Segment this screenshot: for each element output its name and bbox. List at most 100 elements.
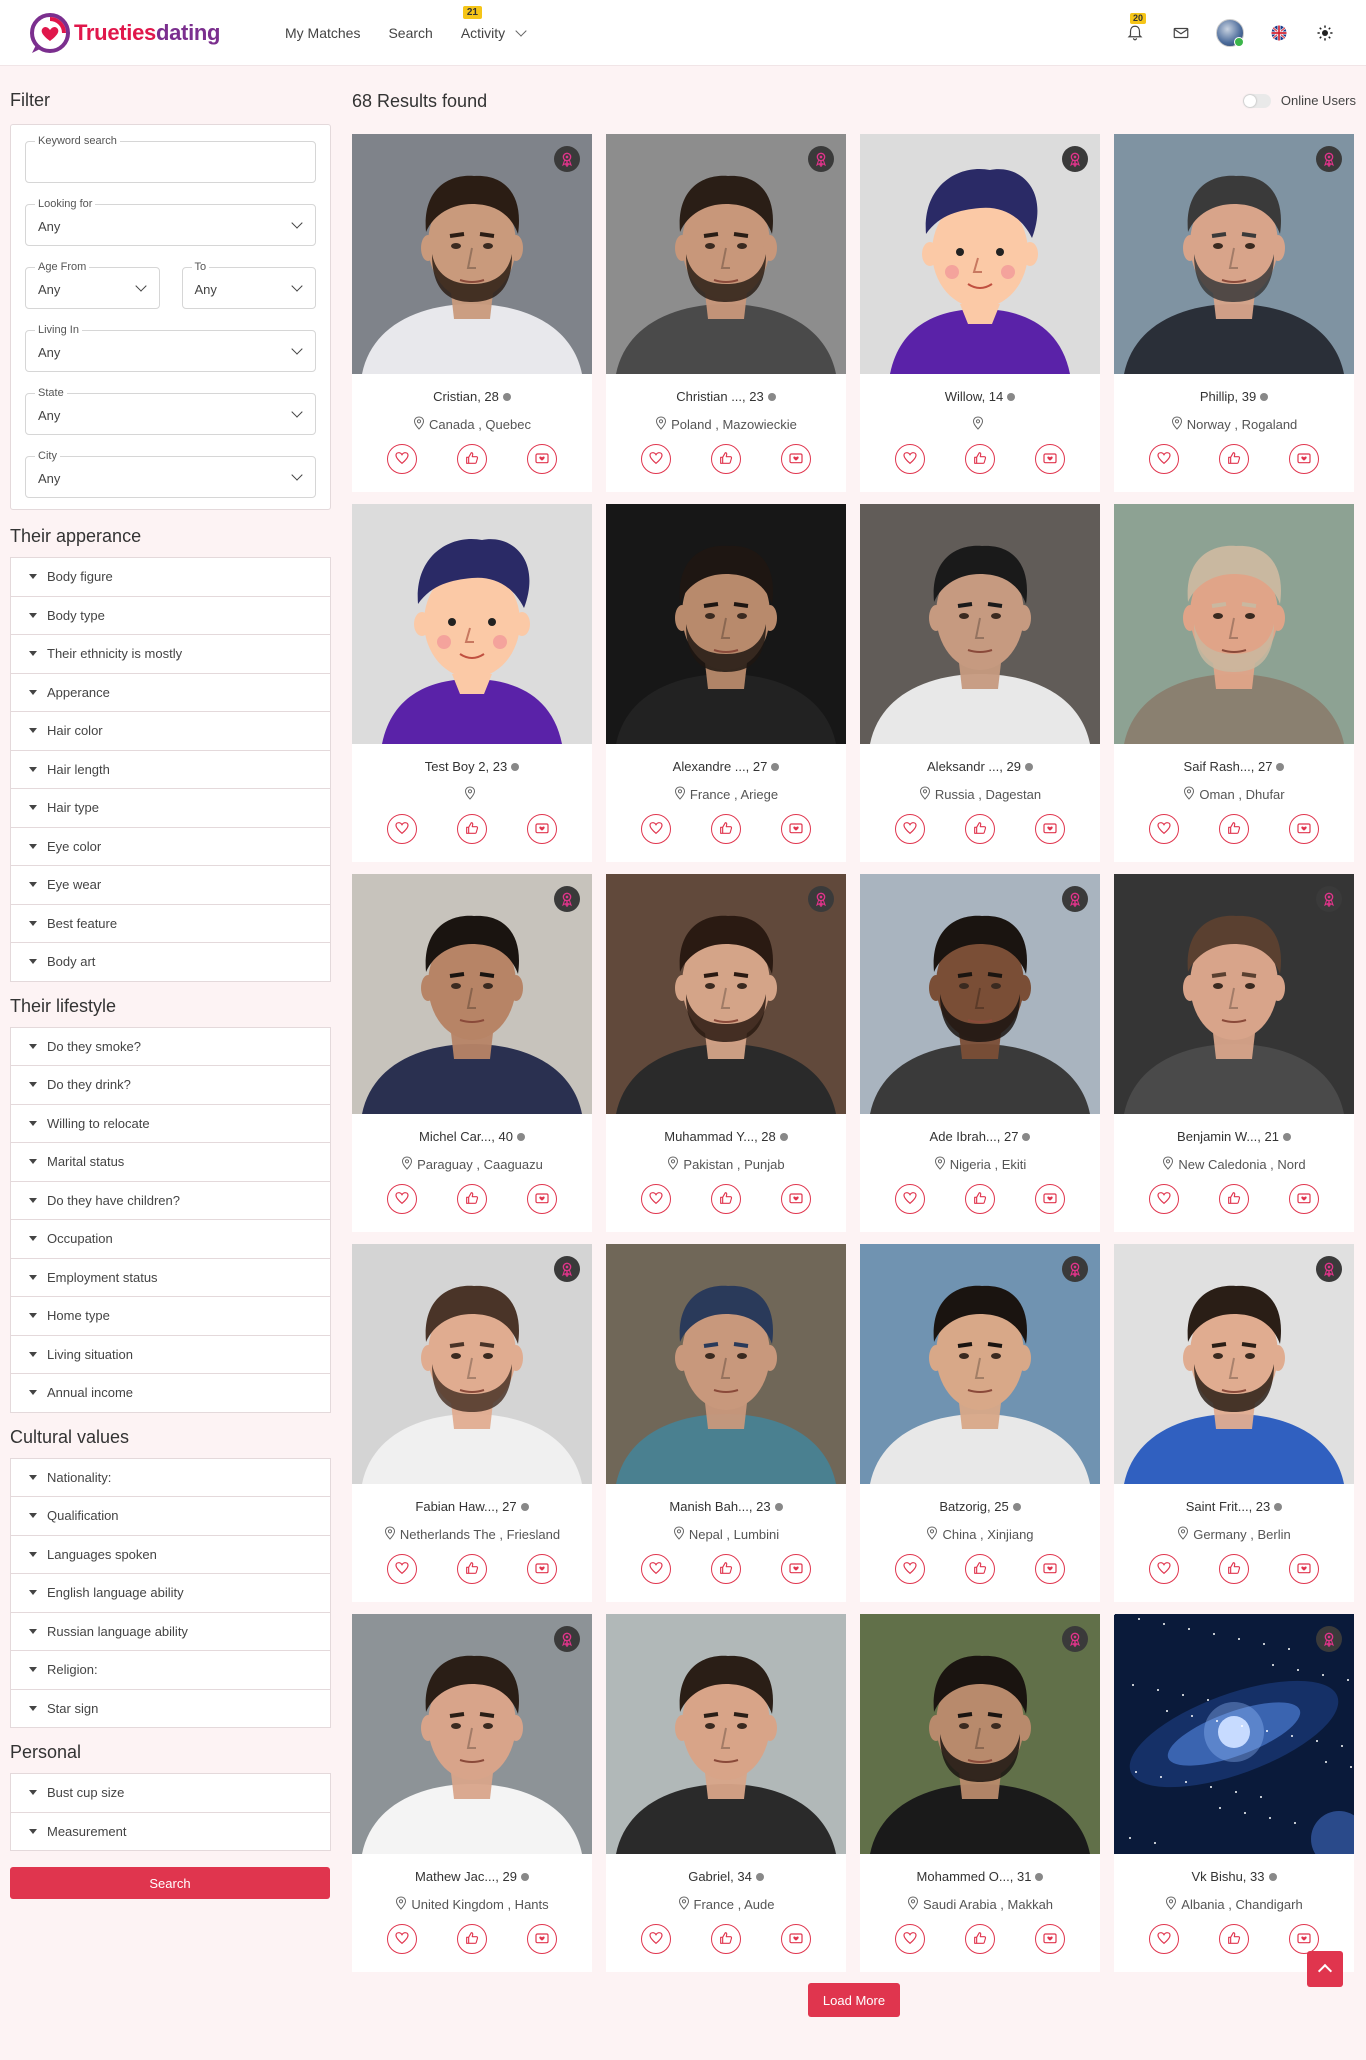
like-button[interactable] <box>387 1924 417 1954</box>
accordion-item[interactable]: Do they smoke? <box>11 1026 330 1066</box>
accordion-item[interactable]: Living situation <box>11 1334 330 1374</box>
send-gift-button[interactable] <box>1289 814 1319 844</box>
send-gift-button[interactable] <box>1035 1184 1065 1214</box>
accordion-item[interactable]: Hair type <box>11 788 330 827</box>
like-button[interactable] <box>387 1184 417 1214</box>
load-more-button[interactable]: Load More <box>808 1983 900 2017</box>
nav-search[interactable]: Search <box>388 25 432 41</box>
thumbs-up-button[interactable] <box>457 1184 487 1214</box>
profile-photo[interactable] <box>352 504 592 744</box>
send-gift-button[interactable] <box>781 1184 811 1214</box>
accordion-item[interactable]: Home type <box>11 1296 330 1335</box>
like-button[interactable] <box>641 1924 671 1954</box>
profile-photo[interactable] <box>860 1244 1100 1484</box>
thumbs-up-button[interactable] <box>1219 1924 1249 1954</box>
profile-name[interactable]: Gabriel, 34 <box>606 1869 846 1884</box>
like-button[interactable] <box>641 1554 671 1584</box>
state-select[interactable]: State Any <box>25 387 316 435</box>
profile-photo[interactable] <box>860 1614 1100 1854</box>
accordion-item[interactable]: Languages spoken <box>11 1534 330 1574</box>
profile-card[interactable]: Test Boy 2, 23 <box>352 504 592 862</box>
profile-photo[interactable] <box>1114 1244 1354 1484</box>
accordion-item[interactable]: Employment status <box>11 1257 330 1297</box>
thumbs-up-button[interactable] <box>965 814 995 844</box>
send-gift-button[interactable] <box>527 1554 557 1584</box>
thumbs-up-button[interactable] <box>965 444 995 474</box>
profile-name[interactable]: Manish Bah..., 23 <box>606 1499 846 1514</box>
profile-card[interactable]: Batzorig, 25 China , Xinjiang <box>860 1244 1100 1602</box>
send-gift-button[interactable] <box>1035 1554 1065 1584</box>
thumbs-up-button[interactable] <box>1219 814 1249 844</box>
accordion-item[interactable]: Nationality: <box>11 1457 330 1497</box>
profile-name[interactable]: Mathew Jac..., 29 <box>352 1869 592 1884</box>
profile-card[interactable]: Alexandre ..., 27 France , Ariege <box>606 504 846 862</box>
accordion-item[interactable]: Best feature <box>11 903 330 943</box>
send-gift-button[interactable] <box>781 444 811 474</box>
profile-name[interactable]: Test Boy 2, 23 <box>352 759 592 774</box>
profile-photo[interactable] <box>860 134 1100 374</box>
accordion-item[interactable]: Hair length <box>11 749 330 789</box>
like-button[interactable] <box>1149 444 1179 474</box>
thumbs-up-button[interactable] <box>965 1924 995 1954</box>
profile-name[interactable]: Christian ..., 23 <box>606 389 846 404</box>
accordion-item[interactable]: Body type <box>11 595 330 635</box>
theme-toggle-button[interactable] <box>1314 22 1336 44</box>
accordion-item[interactable]: Do they drink? <box>11 1065 330 1104</box>
profile-photo[interactable] <box>1114 874 1354 1114</box>
messages-button[interactable] <box>1170 22 1192 44</box>
send-gift-button[interactable] <box>1289 1554 1319 1584</box>
accordion-item[interactable]: Qualification <box>11 1496 330 1535</box>
thumbs-up-button[interactable] <box>1219 1184 1249 1214</box>
accordion-item[interactable]: Eye wear <box>11 865 330 904</box>
thumbs-up-button[interactable] <box>457 1924 487 1954</box>
site-logo[interactable]: Truetiesdating <box>28 8 220 58</box>
send-gift-button[interactable] <box>781 814 811 844</box>
profile-name[interactable]: Willow, 14 <box>860 389 1100 404</box>
profile-name[interactable]: Aleksandr ..., 29 <box>860 759 1100 774</box>
accordion-item[interactable]: Do they have children? <box>11 1180 330 1220</box>
like-button[interactable] <box>895 1924 925 1954</box>
like-button[interactable] <box>1149 814 1179 844</box>
like-button[interactable] <box>641 814 671 844</box>
age-to-select[interactable]: To Any <box>181 261 316 309</box>
accordion-item[interactable]: Hair color <box>11 711 330 750</box>
profile-card[interactable]: Aleksandr ..., 29 Russia , Dagestan <box>860 504 1100 862</box>
keyword-search-input[interactable] <box>26 142 315 182</box>
like-button[interactable] <box>387 444 417 474</box>
nav-activity[interactable]: 21 Activity <box>461 6 527 41</box>
like-button[interactable] <box>1149 1184 1179 1214</box>
accordion-item[interactable]: Bust cup size <box>11 1773 330 1812</box>
profile-photo[interactable] <box>352 874 592 1114</box>
accordion-item[interactable]: Annual income <box>11 1373 330 1412</box>
profile-name[interactable]: Alexandre ..., 27 <box>606 759 846 774</box>
city-select[interactable]: City Any <box>25 450 316 498</box>
profile-photo[interactable] <box>606 874 846 1114</box>
like-button[interactable] <box>387 814 417 844</box>
accordion-item[interactable]: Apperance <box>11 672 330 712</box>
send-gift-button[interactable] <box>1035 814 1065 844</box>
profile-photo[interactable] <box>1114 1614 1354 1854</box>
profile-photo[interactable] <box>352 1614 592 1854</box>
like-button[interactable] <box>641 1184 671 1214</box>
profile-name[interactable]: Michel Car..., 40 <box>352 1129 592 1144</box>
profile-name[interactable]: Mohammed O..., 31 <box>860 1869 1100 1884</box>
profile-card[interactable]: Gabriel, 34 France , Aude <box>606 1614 846 1972</box>
notifications-button[interactable]: 20 <box>1124 13 1147 44</box>
thumbs-up-button[interactable] <box>457 444 487 474</box>
profile-name[interactable]: Benjamin W..., 21 <box>1114 1129 1354 1144</box>
accordion-item[interactable]: Willing to relocate <box>11 1103 330 1143</box>
profile-name[interactable]: Vk Bishu, 33 <box>1114 1869 1354 1884</box>
thumbs-up-button[interactable] <box>711 1184 741 1214</box>
accordion-item[interactable]: Occupation <box>11 1219 330 1258</box>
profile-card[interactable]: Muhammad Y..., 28 Pakistan , Punjab <box>606 874 846 1232</box>
send-gift-button[interactable] <box>527 1184 557 1214</box>
profile-card[interactable]: Christian ..., 23 Poland , Mazowieckie <box>606 134 846 492</box>
thumbs-up-button[interactable] <box>457 1554 487 1584</box>
thumbs-up-button[interactable] <box>965 1554 995 1584</box>
profile-card[interactable]: Willow, 14 <box>860 134 1100 492</box>
looking-for-select[interactable]: Looking for Any <box>25 198 316 246</box>
accordion-item[interactable]: Religion: <box>11 1650 330 1689</box>
thumbs-up-button[interactable] <box>711 1554 741 1584</box>
age-from-select[interactable]: Age From Any <box>25 261 160 309</box>
like-button[interactable] <box>387 1554 417 1584</box>
